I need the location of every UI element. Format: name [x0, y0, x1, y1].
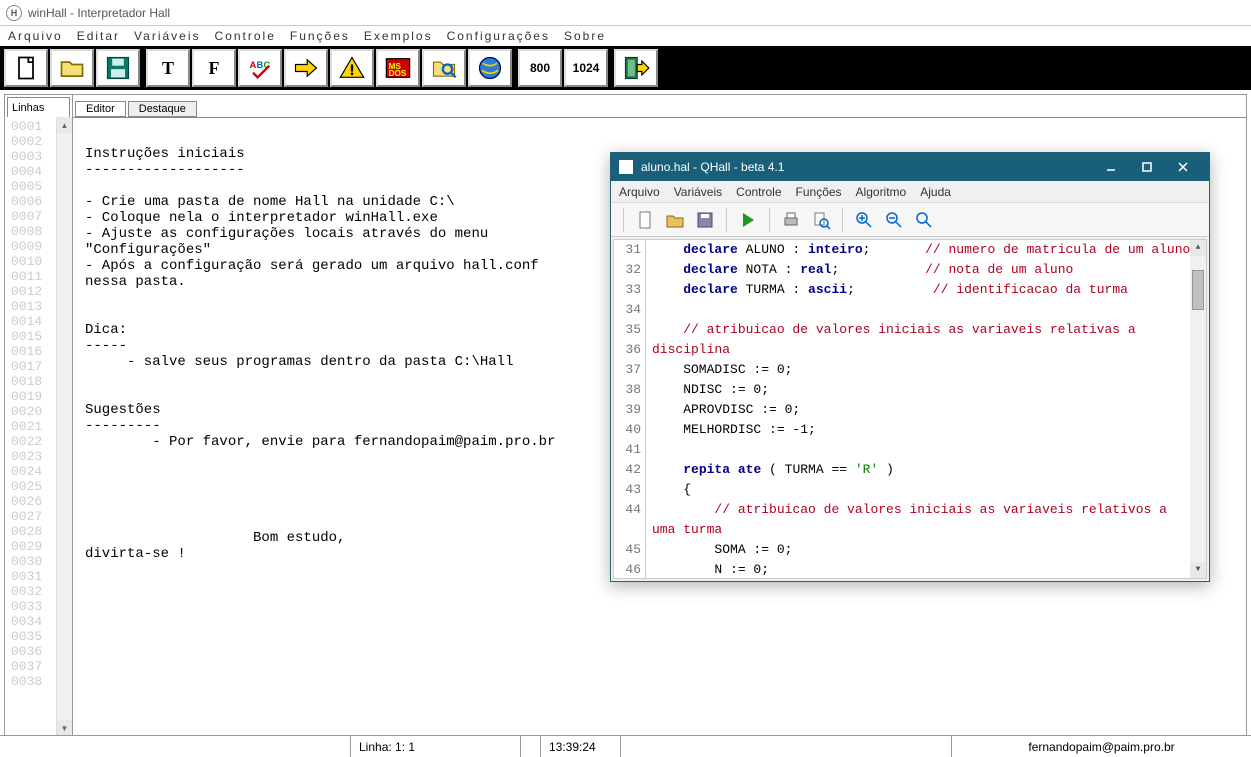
qhall-menu-funcoes[interactable]: Funções [796, 185, 842, 199]
qhall-titlebar[interactable]: aluno.hal - QHall - beta 4.1 [611, 153, 1209, 181]
qhall-toolbar [611, 203, 1209, 237]
scroll-down-icon[interactable]: ▼ [1190, 562, 1206, 578]
qhall-zoomin-button[interactable] [851, 207, 877, 233]
qhall-minimize-button[interactable] [1093, 155, 1129, 179]
qhall-app-icon [619, 160, 633, 174]
svg-text:A: A [250, 60, 257, 70]
new-file-button[interactable] [4, 49, 48, 87]
tab-editor[interactable]: Editor [75, 101, 126, 117]
menu-variaveis[interactable]: Variáveis [134, 29, 200, 43]
menu-exemplos[interactable]: Exemplos [364, 29, 433, 43]
qhall-open-button[interactable] [662, 207, 688, 233]
res-1024-button[interactable]: 1024 [564, 49, 608, 87]
qhall-zoomout-button[interactable] [881, 207, 907, 233]
res-800-button[interactable]: 800 [518, 49, 562, 87]
qhall-zoom-button[interactable] [911, 207, 937, 233]
scroll-down-icon[interactable]: ▼ [57, 720, 72, 736]
tab-destaque[interactable]: Destaque [128, 101, 197, 117]
menu-funcoes[interactable]: Funções [290, 29, 350, 43]
menu-configuracoes[interactable]: Configurações [447, 29, 550, 43]
run-arrow-button[interactable] [284, 49, 328, 87]
titlebar: H winHall - Interpretador Hall [0, 0, 1251, 26]
qhall-preview-button[interactable] [808, 207, 834, 233]
window-title: winHall - Interpretador Hall [28, 6, 170, 20]
qhall-window[interactable]: aluno.hal - QHall - beta 4.1 Arquivo Var… [610, 152, 1210, 582]
open-file-button[interactable] [50, 49, 94, 87]
qhall-code-area[interactable]: 31 32 33 34 35 36 37 38 39 40 41 42 43 4… [613, 239, 1207, 579]
scroll-up-icon[interactable]: ▲ [57, 117, 72, 133]
qhall-menu-controle[interactable]: Controle [736, 185, 781, 199]
svg-text:DOS: DOS [389, 69, 407, 78]
qhall-maximize-button[interactable] [1129, 155, 1165, 179]
menubar: Arquivo Editar Variáveis Controle Funçõe… [0, 26, 1251, 46]
status-line-position: Linha: 1: 1 [350, 736, 520, 757]
line-numbers-scrollbar[interactable]: ▲ ▼ [56, 117, 72, 736]
app-icon: H [6, 5, 22, 21]
line-numbers: 0001 0002 0003 0004 0005 0006 0007 0008 … [5, 117, 56, 736]
save-button[interactable] [96, 49, 140, 87]
status-email: fernandopaim@paim.pro.br [951, 736, 1251, 757]
status-cell-1 [0, 736, 350, 757]
menu-sobre[interactable]: Sobre [564, 29, 606, 43]
qhall-scrollbar[interactable]: ▲ ▼ [1190, 240, 1206, 578]
qhall-menu-algoritmo[interactable]: Algoritmo [856, 185, 907, 199]
t-button[interactable]: T [146, 49, 190, 87]
qhall-menu-arquivo[interactable]: Arquivo [619, 185, 660, 199]
exit-button[interactable] [614, 49, 658, 87]
f-button[interactable]: F [192, 49, 236, 87]
scroll-thumb[interactable] [1192, 270, 1204, 310]
qhall-print-button[interactable] [778, 207, 804, 233]
status-spacer [620, 736, 951, 757]
qhall-menubar: Arquivo Variáveis Controle Funções Algor… [611, 181, 1209, 203]
status-time: 13:39:24 [540, 736, 620, 757]
qhall-menu-ajuda[interactable]: Ajuda [920, 185, 951, 199]
abc-check-button[interactable]: ABC [238, 49, 282, 87]
scroll-up-icon[interactable]: ▲ [1190, 240, 1206, 256]
msdos-button[interactable]: MSDOS [376, 49, 420, 87]
qhall-new-button[interactable] [632, 207, 658, 233]
qhall-run-button[interactable] [735, 207, 761, 233]
qhall-gutter: 31 32 33 34 35 36 37 38 39 40 41 42 43 4… [614, 240, 646, 578]
find-folder-button[interactable] [422, 49, 466, 87]
status-cell-gap [520, 736, 540, 757]
menu-arquivo[interactable]: Arquivo [8, 29, 63, 43]
editor-tabs: Editor Destaque [73, 97, 1246, 117]
warning-button[interactable] [330, 49, 374, 87]
svg-text:B: B [257, 60, 264, 70]
qhall-save-button[interactable] [692, 207, 718, 233]
tab-linhas[interactable]: Linhas [7, 97, 70, 117]
internet-button[interactable] [468, 49, 512, 87]
menu-controle[interactable]: Controle [215, 29, 276, 43]
qhall-menu-variaveis[interactable]: Variáveis [674, 185, 722, 199]
qhall-close-button[interactable] [1165, 155, 1201, 179]
menu-editar[interactable]: Editar [77, 29, 120, 43]
qhall-code[interactable]: declare ALUNO : inteiro; // numero de ma… [646, 240, 1190, 578]
toolbar: T F ABC MSDOS 800 1024 [0, 46, 1251, 90]
line-number-panel: Linhas 0001 0002 0003 0004 0005 0006 000… [5, 95, 73, 736]
qhall-title-text: aluno.hal - QHall - beta 4.1 [641, 160, 784, 174]
statusbar: Linha: 1: 1 13:39:24 fernandopaim@paim.p… [0, 735, 1251, 757]
